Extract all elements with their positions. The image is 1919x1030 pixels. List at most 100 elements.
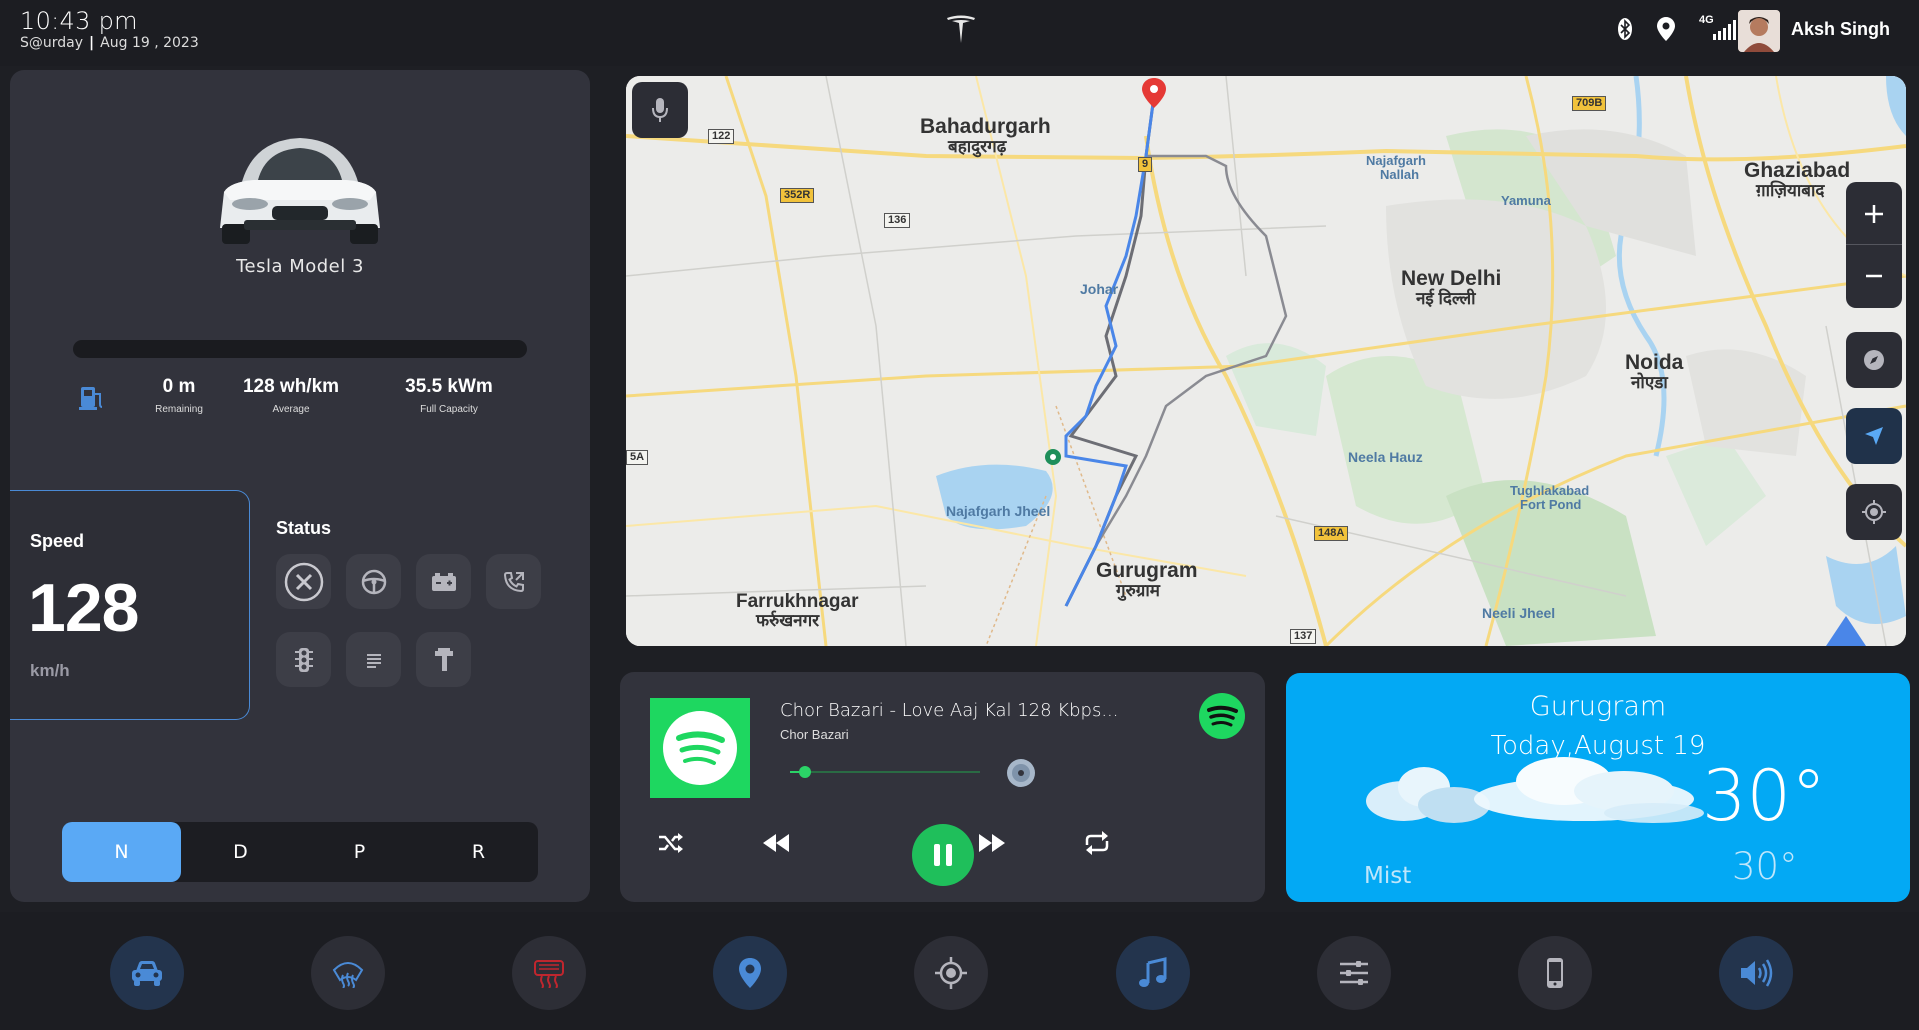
battery-icon (431, 572, 456, 591)
stat-label: Remaining (155, 404, 203, 415)
traffic-light-icon (294, 647, 313, 672)
user-name[interactable]: Aksh Singh (1791, 19, 1890, 40)
speed-unit: km/h (30, 661, 70, 680)
steering-wheel-icon (361, 569, 386, 594)
map-label: बहादुरगढ़ (948, 137, 1007, 156)
location-icon[interactable] (1657, 17, 1675, 41)
dock-phone-button[interactable] (1518, 936, 1592, 1010)
mist-cloud-icon (1366, 757, 1704, 823)
dock-car-button[interactable] (110, 936, 184, 1010)
status-button-traffic-light[interactable] (276, 632, 331, 687)
road-tag: 122 (708, 129, 735, 144)
progress-knob[interactable] (799, 766, 812, 778)
phone-icon (1547, 958, 1563, 988)
status-title: Status (276, 518, 332, 538)
road-tag: 352R (780, 188, 815, 203)
dock-music-button[interactable] (1116, 936, 1190, 1010)
track-title: Chor Bazari - Love Aaj Kal 128 Kbps... (780, 700, 1119, 721)
repeat-button[interactable] (1082, 828, 1112, 863)
map-label: Najafgarh (1366, 153, 1426, 168)
gear-d[interactable]: D (181, 822, 300, 882)
map-label: Noida (1625, 351, 1684, 374)
dock-navigation-button[interactable] (713, 936, 787, 1010)
stat-value: 128 wh/km (242, 376, 340, 397)
fuel-station-icon (79, 387, 103, 410)
bluetooth-icon[interactable] (1617, 17, 1633, 41)
phone-forward-icon (503, 571, 524, 592)
spotify-logo-icon (663, 711, 737, 785)
rewind-button[interactable] (760, 828, 792, 863)
status-button-list[interactable] (346, 632, 401, 687)
gear-n[interactable]: N (62, 822, 181, 882)
dock-volume-button[interactable] (1719, 936, 1793, 1010)
date-text: Aug 19 , 2023 (100, 35, 199, 51)
dock-target-button[interactable] (914, 936, 988, 1010)
weather-card: Gurugram Today,August 19 30° Mist 30° (1286, 673, 1910, 902)
progress-track[interactable] (790, 766, 980, 778)
spotify-icon[interactable] (1198, 692, 1246, 740)
voice-search-button[interactable] (632, 82, 688, 138)
status-button-steering[interactable] (346, 554, 401, 609)
sliders-icon (1340, 961, 1368, 985)
play-pause-button[interactable] (912, 824, 974, 886)
volume-icon (1741, 959, 1773, 987)
map-label: Bahadurgarh (920, 115, 1051, 138)
microphone-icon (652, 98, 668, 122)
road-tag: 709B (1572, 96, 1607, 111)
map-label: Tughlakabad (1510, 483, 1590, 498)
map-label: Najafgarh Jheel (946, 503, 1051, 519)
stat-capacity: 35.5 kWm Full Capacity (384, 376, 514, 415)
zoom-out-icon (1866, 274, 1882, 278)
compass-icon (1864, 350, 1884, 370)
location-pin-icon (739, 958, 761, 988)
map-label: Nallah (1380, 167, 1420, 182)
navigation-map[interactable]: Bahadurgarh बहादुरगढ़ Najafgarh Nallah Y… (626, 76, 1906, 646)
fast-forward-button[interactable] (976, 828, 1008, 863)
zoom-in-button[interactable] (1846, 183, 1902, 245)
music-player: Chor Bazari - Love Aaj Kal 128 Kbps... C… (620, 672, 1265, 902)
clock-time: 10:43 pm (20, 7, 138, 35)
compass-button[interactable] (1846, 332, 1902, 388)
status-icons: 4G (1617, 14, 1739, 42)
album-art[interactable] (650, 698, 750, 798)
dock-front-defrost-button[interactable] (311, 936, 385, 1010)
shuffle-icon (659, 833, 683, 853)
weather-temperature: 30° (1702, 755, 1827, 837)
map-label: नई दिल्ली (1416, 289, 1476, 308)
dock-rear-defrost-button[interactable] (512, 936, 586, 1010)
road-tag: 5A (626, 450, 649, 465)
status-button-phone[interactable] (486, 554, 541, 609)
target-icon (935, 957, 967, 989)
avatar[interactable] (1738, 10, 1780, 52)
navigate-button[interactable] (1846, 408, 1902, 464)
status-button-seat[interactable] (416, 632, 471, 687)
gear-r[interactable]: R (419, 822, 538, 882)
lines-icon (366, 653, 381, 668)
vehicle-panel: Tesla Model 3 0 m Remaining 128 wh/km Av… (10, 70, 590, 902)
status-button-close[interactable] (276, 554, 331, 609)
stat-remaining: 0 m Remaining (142, 376, 216, 415)
day-text: S@urday (20, 35, 84, 51)
top-bar: 10:43 pm S@urday | Aug 19 , 2023 4G Aksh S… (0, 0, 1919, 66)
speed-value: 128 (28, 570, 139, 646)
weather-low-temperature: 30° (1732, 845, 1798, 888)
weather-city: Gurugram (1529, 691, 1667, 722)
my-location-button[interactable] (1846, 484, 1902, 540)
map-label: गुरुग्राम (1116, 581, 1160, 600)
road-tag: 9 (1138, 157, 1153, 172)
road-tag: 137 (1290, 629, 1317, 644)
gear-p[interactable]: P (300, 822, 419, 882)
road-tag: 148A (1314, 526, 1349, 541)
map-label: Johar (1080, 281, 1119, 297)
status-button-battery[interactable] (416, 554, 471, 609)
road-tag: 136 (884, 213, 911, 228)
speed-card: Speed 128 km/h (10, 490, 250, 720)
zoom-control (1846, 182, 1902, 308)
map-label: ग़ाज़ियाबाद (1756, 181, 1825, 200)
shuffle-button[interactable] (656, 828, 686, 863)
zoom-out-button[interactable] (1846, 245, 1902, 307)
car-icon (132, 961, 162, 986)
dock-settings-button[interactable] (1317, 936, 1391, 1010)
stat-label: Average (272, 404, 310, 415)
car-image (220, 138, 380, 244)
